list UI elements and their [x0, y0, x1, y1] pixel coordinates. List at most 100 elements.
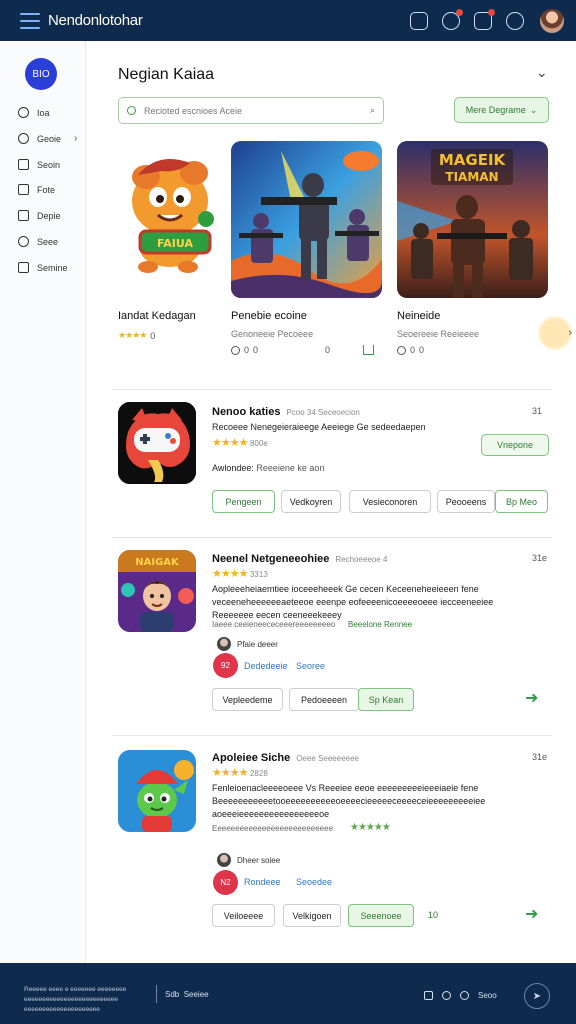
svg-text:NAIGAK: NAIGAK: [135, 557, 180, 568]
footer-right-label: Seoo: [478, 991, 497, 1000]
download-icon[interactable]: [363, 345, 374, 355]
logo[interactable]: BIO: [25, 58, 57, 90]
item-title-text: Neenel Netgeneeohiee: [212, 553, 330, 565]
link-1[interactable]: Dededeeie: [244, 661, 288, 671]
carousel-next-button[interactable]: ›: [537, 315, 573, 351]
action-button-2[interactable]: Velkigoen: [283, 904, 341, 927]
featured-card-2[interactable]: Penebie ecoine Genoneeie Pecoeee 00 0: [231, 141, 383, 355]
notification-icon[interactable]: [474, 8, 495, 30]
send-button[interactable]: ➤: [524, 983, 550, 1009]
featured-subtitle-2: Genoneeie Pecoeee: [231, 329, 314, 339]
app-icon-2: NAIGAK: [118, 550, 196, 632]
app-icon-1: [118, 402, 196, 484]
app-title: Nendonlotohar: [48, 12, 143, 29]
search-input[interactable]: Recioted escnioes Aceie ⌕: [118, 97, 384, 124]
sidebar-item-4[interactable]: Fote: [18, 184, 55, 195]
footer-icons: Seoo: [424, 991, 497, 1000]
red-avatar: 92: [213, 653, 238, 678]
rating-count: 2828: [249, 769, 268, 778]
featured-stat-2b: 0: [325, 345, 330, 355]
sidebar-item-7[interactable]: Semine: [18, 262, 68, 273]
action-button-3[interactable]: Vesieconoren: [349, 490, 431, 513]
arrow-right-icon[interactable]: ➜: [525, 904, 538, 924]
sidebar-item-2[interactable]: Geoie: [18, 133, 61, 144]
item-meta: Oeee Seeeeeeee: [296, 754, 359, 763]
featured-title-1: Iandat Kedagan: [118, 310, 196, 322]
action-button-2[interactable]: Pedoeeeen: [289, 688, 359, 711]
tag-text: Reeeiene ke aon: [256, 463, 325, 473]
action-button-5[interactable]: Bp Meo: [495, 490, 548, 513]
rating-value: 0: [150, 330, 156, 341]
action-button-1[interactable]: Veiloeeee: [212, 904, 275, 927]
item-description-1: Aopleeeheiaemtiee ioceeeheeek Ge cecen K…: [212, 584, 479, 594]
svg-text:MAGEIK: MAGEIK: [439, 151, 507, 169]
featured-image-3: MAGEIK TIAMAN: [397, 141, 548, 298]
featured-rating-1: ★★★★ 0: [118, 330, 155, 341]
item-tag-line: Awlondee: Reeeiene ke aon: [212, 463, 325, 473]
menu-icon[interactable]: [20, 12, 40, 29]
refresh-icon[interactable]: [506, 11, 524, 30]
sidebar-item-1[interactable]: Ioa: [18, 107, 50, 118]
info-icon[interactable]: [442, 991, 451, 1000]
grid-icon[interactable]: [410, 11, 428, 30]
action-button-1[interactable]: Pengeen: [212, 490, 275, 513]
user-avatar: [217, 853, 231, 867]
item-meta: Pcoo 34 Seceoecion: [286, 408, 360, 417]
avatar[interactable]: [540, 8, 564, 33]
action-button-3[interactable]: Sp Kean: [358, 688, 414, 711]
app-icon-3: [118, 750, 196, 832]
install-button[interactable]: Vnepone: [481, 434, 549, 456]
item-count: 10: [428, 910, 439, 920]
notification-badge: [456, 8, 463, 16]
link-2[interactable]: Seoree: [296, 661, 325, 671]
action-button-1[interactable]: Vepleedeme: [212, 688, 283, 711]
item-title: Apoleiee Siche Oeee Seeeeeeee: [212, 752, 359, 764]
sidebar-item-5[interactable]: Depie: [18, 210, 61, 221]
action-button-2[interactable]: Vedkoyren: [281, 490, 341, 513]
user-name: Dheer soiee: [237, 856, 281, 865]
featured-title-2: Penebie ecoine: [231, 310, 307, 322]
footer: Reeeee eeee e eeeeeee eeeeeeee eeeeeeeee…: [0, 963, 576, 1024]
svg-text:FAIUA: FAIUA: [157, 237, 193, 250]
item-description-2: Beeeeeeeeeeetooeeeeeeeeeeoeeeecieeeeecee…: [212, 796, 486, 806]
action-button-4[interactable]: Peooeens: [437, 490, 495, 513]
more-button[interactable]: Mere Degrame ⌄: [454, 97, 549, 123]
arrow-right-icon[interactable]: ➜: [525, 688, 538, 708]
item-small-rating: ★★★★★: [350, 822, 391, 833]
sidebar-item-3[interactable]: Seoin: [18, 159, 60, 170]
stat-value: 0: [419, 345, 425, 355]
notification-badge: [488, 8, 495, 16]
user-avatar: [217, 637, 231, 651]
item-rating: ★★★★ 3313: [212, 568, 268, 581]
sidebar-item-label: Fote: [37, 184, 56, 195]
share-icon[interactable]: [424, 991, 433, 1000]
chevron-down-icon[interactable]: ⌄: [536, 64, 548, 81]
item-meta: Rechoeeeoe 4: [335, 555, 388, 564]
action-button-3[interactable]: Seeenoee: [348, 904, 414, 927]
page-title: Negian Kaiaa: [118, 66, 215, 83]
item-rating: ★★★★ 2828: [212, 767, 268, 780]
item-title: Neenel Netgeneeohiee Rechoeeeoe 4: [212, 553, 387, 565]
views-icon: [397, 345, 406, 355]
divider: [112, 389, 552, 390]
featured-card-3[interactable]: MAGEIK TIAMAN Neineide Seoereeie Reeieee…: [397, 141, 549, 355]
search-placeholder: Recioted escnioes Aceie: [144, 105, 243, 116]
divider: [112, 537, 552, 538]
footer-link-b[interactable]: Seeiee: [184, 990, 209, 999]
help-icon[interactable]: [460, 991, 469, 1000]
stat-value: 0: [253, 345, 259, 355]
user-name: Pfaie deeer: [237, 640, 278, 649]
sidebar: BIO Ioa Geoie › Seoin Fote Depie Seee Se…: [0, 41, 86, 963]
footer-link-a[interactable]: Sdb: [165, 990, 179, 999]
sidebar-item-label: Seee: [37, 236, 59, 247]
chevron-right-icon[interactable]: ›: [74, 133, 77, 144]
rating-stars: ★★★★: [212, 568, 248, 580]
link-1[interactable]: Rondeee: [244, 877, 281, 887]
item-title-text: Apoleiee Siche: [212, 752, 291, 764]
stat-value: 0: [410, 345, 416, 355]
featured-subtitle-3: Seoereeie Reeieeee: [397, 329, 480, 339]
bell-icon[interactable]: [442, 8, 463, 30]
link-2[interactable]: Seoedee: [296, 877, 332, 887]
item-description-2: veceeneheeeeeeaeteeoe eeenpe eofeeeenico…: [212, 597, 494, 607]
sidebar-item-6[interactable]: Seee: [18, 236, 58, 247]
